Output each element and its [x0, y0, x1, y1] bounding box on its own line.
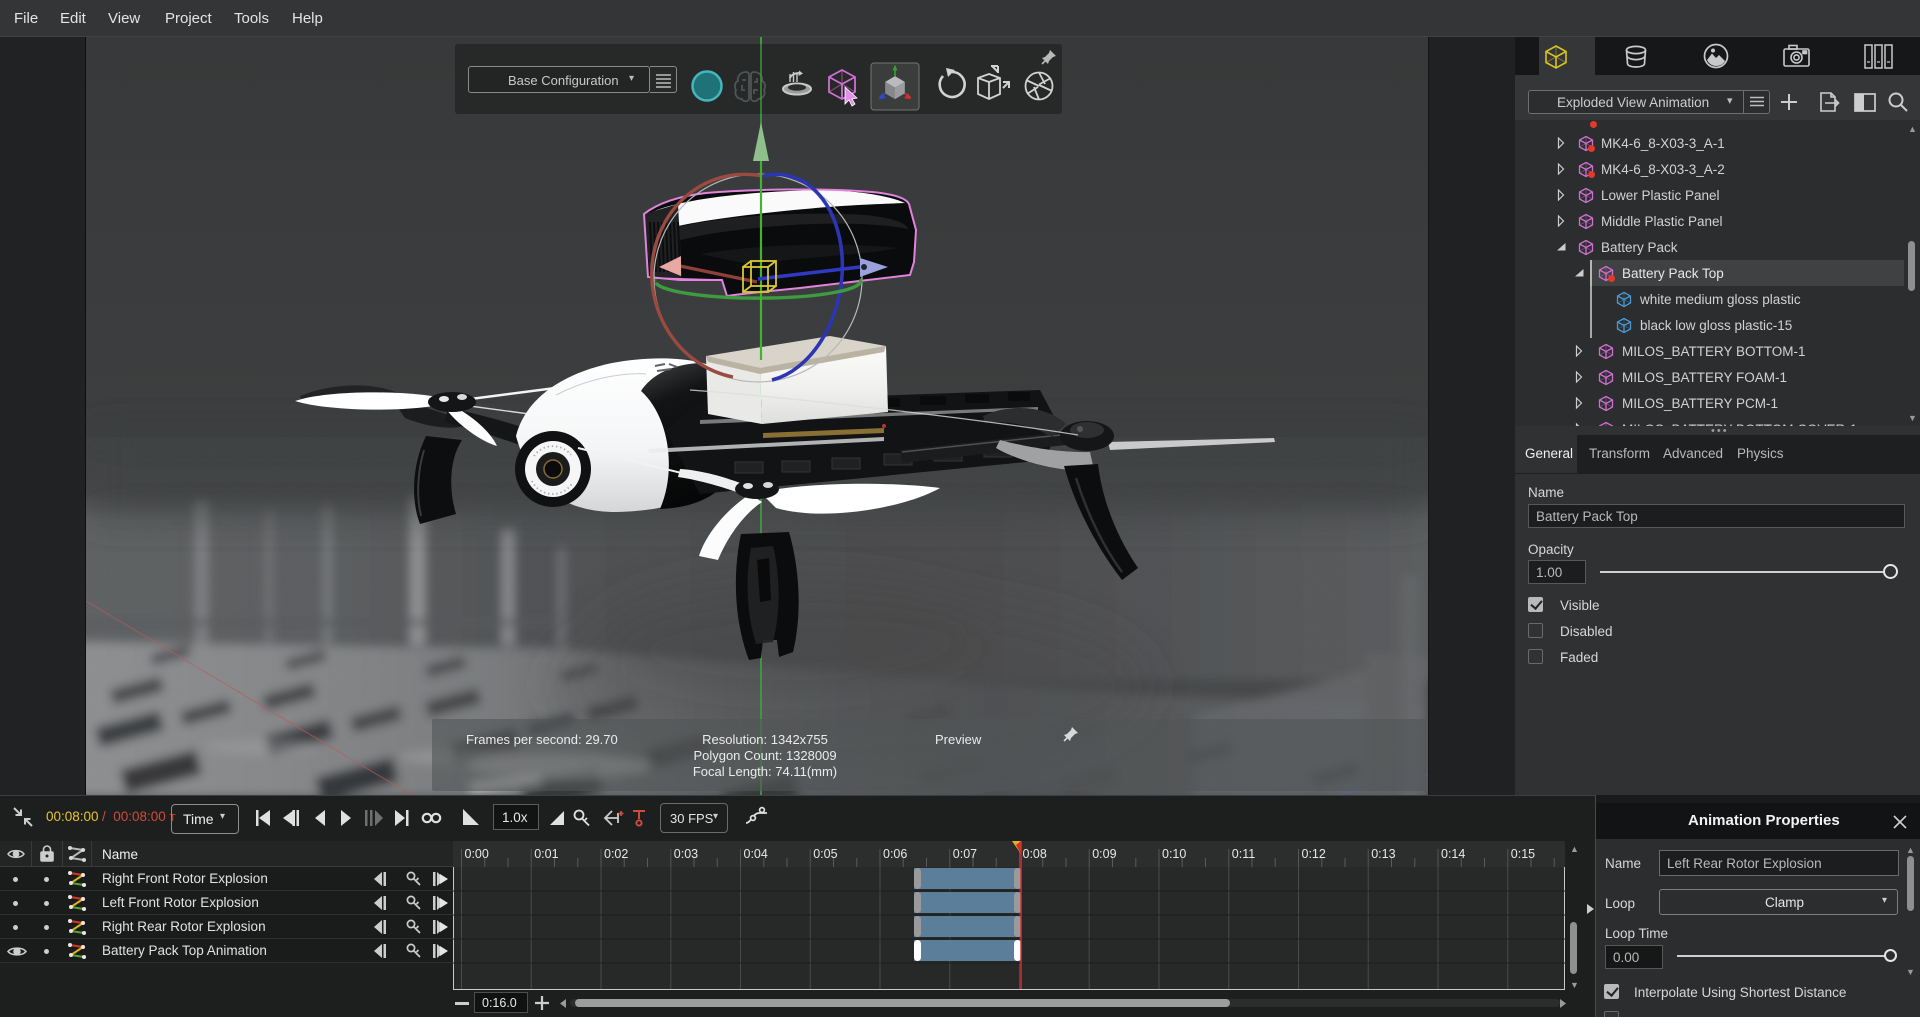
- svg-text:0:14: 0:14: [1441, 847, 1465, 861]
- svg-text:0:02: 0:02: [604, 847, 628, 861]
- svg-text:0:06: 0:06: [883, 847, 907, 861]
- svg-text:0:03: 0:03: [674, 847, 698, 861]
- svg-text:0:15: 0:15: [1511, 847, 1535, 861]
- svg-text:0:10: 0:10: [1162, 847, 1186, 861]
- svg-text:0:07: 0:07: [953, 847, 977, 861]
